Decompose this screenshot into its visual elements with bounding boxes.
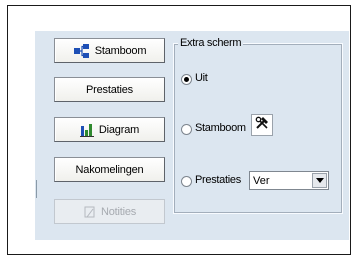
prestaties-select-value: Ver [253,174,270,187]
bar-chart-icon [79,123,95,137]
stamboom-button-label: Stamboom [94,44,147,57]
stamboom-tool-button[interactable] [251,114,273,136]
prestaties-select[interactable]: Ver [249,171,329,190]
nakomelingen-button-label: Nakomelingen [75,163,144,176]
diagram-button-label: Diagram [98,123,140,136]
radio-uit-selected-dot [184,77,189,82]
stamboom-button[interactable]: Stamboom [54,38,165,63]
radio-prestaties-label[interactable]: Prestaties [195,174,241,186]
chevron-down-icon[interactable] [312,173,327,188]
radio-prestaties[interactable] [181,176,192,187]
gutter-divider [36,180,37,198]
notities-button-label: Notities [100,205,137,218]
diagram-button[interactable]: Diagram [54,117,165,142]
prestaties-button[interactable]: Prestaties [54,77,165,102]
radio-uit[interactable] [181,74,192,85]
radio-stamboom[interactable] [181,124,192,135]
extra-scherm-title: Extra scherm [178,37,244,49]
nakomelingen-button[interactable]: Nakomelingen [54,157,165,182]
family-tree-icon [73,43,91,59]
hammer-wrench-icon [254,115,270,136]
radio-stamboom-label[interactable]: Stamboom [195,122,246,134]
radio-uit-label[interactable]: Uit [195,72,208,84]
prestaties-button-label: Prestaties [86,83,133,96]
note-icon [83,205,97,219]
notities-button[interactable]: Notities [54,199,165,224]
